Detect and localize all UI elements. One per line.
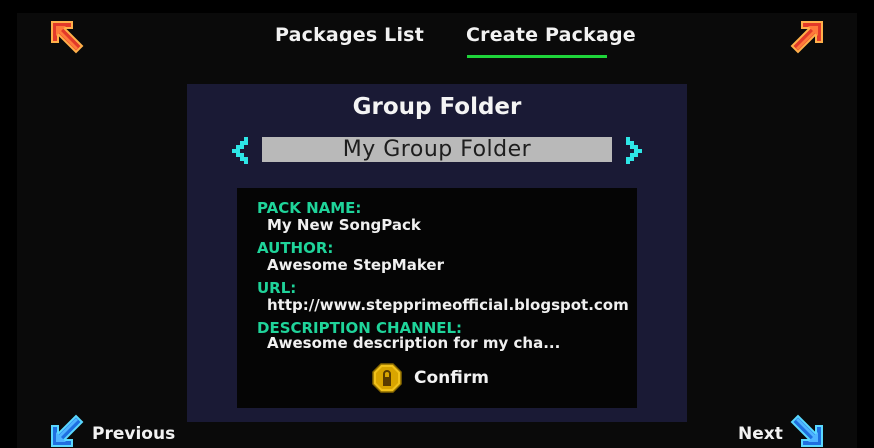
previous-button[interactable]: Previous	[92, 424, 175, 444]
author-value[interactable]: Awesome StepMaker	[267, 256, 444, 274]
next-button[interactable]: Next	[738, 424, 783, 444]
url-value[interactable]: http://www.stepprimeofficial.blogspot.co…	[267, 296, 629, 314]
tab-create-package[interactable]: Create Package	[466, 24, 636, 46]
arrow-up-left-icon[interactable]	[50, 20, 84, 54]
lock-icon[interactable]	[372, 363, 402, 393]
chevron-left-icon[interactable]	[230, 135, 252, 165]
group-folder-title: Group Folder	[352, 94, 522, 120]
description-value[interactable]: Awesome description for my cha...	[267, 334, 560, 352]
url-label: URL:	[257, 279, 297, 297]
confirm-button[interactable]: Confirm	[414, 368, 489, 388]
arrow-down-left-icon[interactable]	[50, 414, 84, 448]
pack-name-value[interactable]: My New SongPack	[267, 216, 421, 234]
author-label: AUTHOR:	[257, 239, 334, 257]
arrow-down-right-icon[interactable]	[790, 414, 824, 448]
chevron-right-icon[interactable]	[622, 135, 644, 165]
tab-packages-list[interactable]: Packages List	[275, 24, 424, 46]
group-folder-field[interactable]: My Group Folder	[262, 137, 612, 162]
pack-name-label: PACK NAME:	[257, 199, 362, 217]
active-tab-indicator	[467, 55, 607, 58]
arrow-up-right-icon[interactable]	[790, 20, 824, 54]
